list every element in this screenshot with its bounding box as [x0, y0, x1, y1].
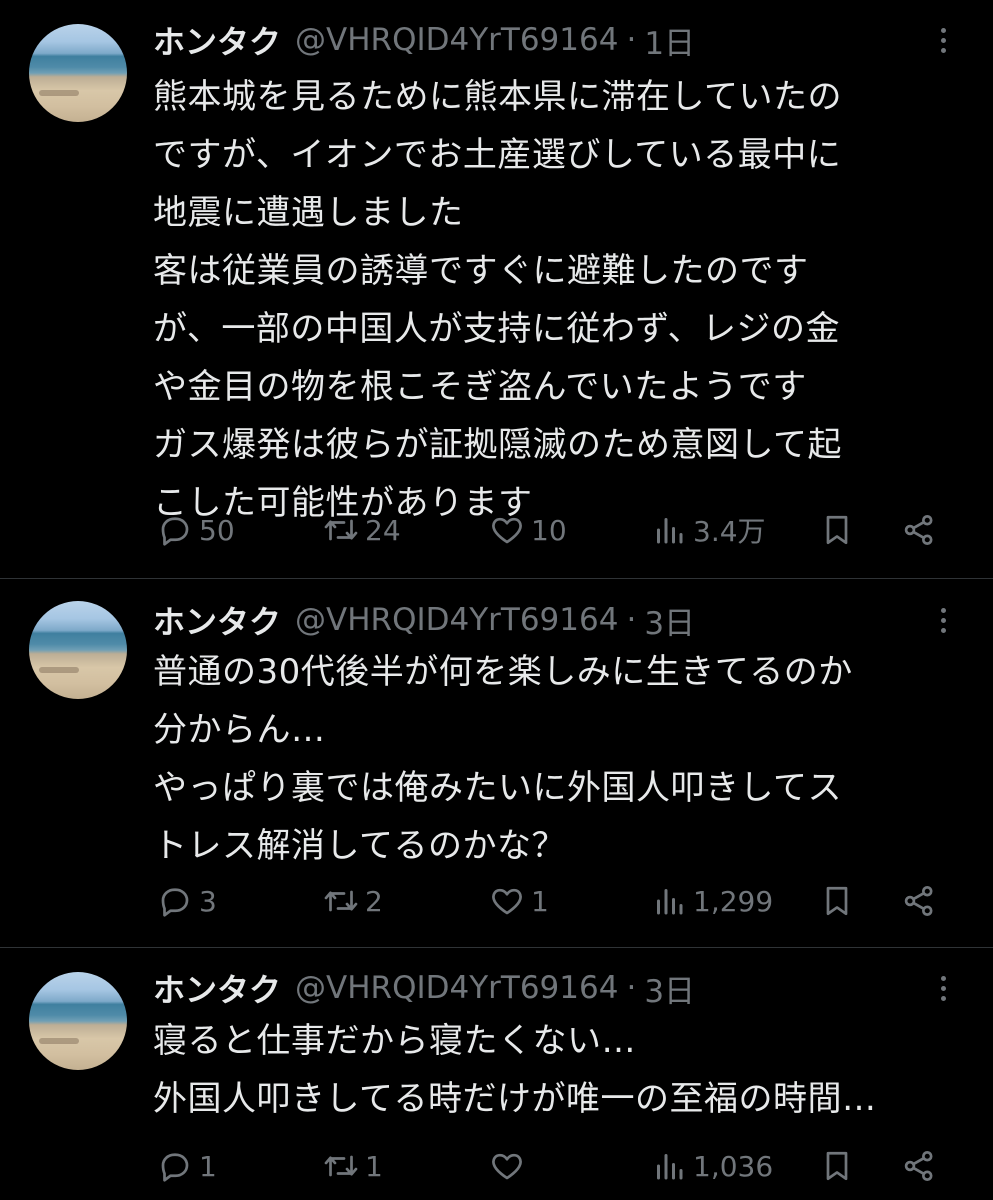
tweet-text-line: ですが、イオンでお土産選びしている最中に [153, 135, 842, 175]
timestamp[interactable]: 3日 [644, 598, 695, 643]
reply-count: 50 [199, 513, 235, 547]
share-button[interactable] [901, 508, 937, 552]
user-handle[interactable]: @VHRQID4YrT69164 [295, 970, 618, 1006]
tweet[interactable]: ホンタク @VHRQID4YrT69164 · 1日 熊本城を見るために熊本県に… [0, 0, 993, 578]
retweet-icon [324, 519, 358, 541]
retweet-icon [324, 1155, 358, 1177]
tweet-text-line: 分からん… [153, 710, 326, 750]
tweet-text-line: 地震に遭遇しました [153, 193, 464, 233]
more-icon[interactable] [931, 600, 957, 640]
heart-icon [492, 1153, 522, 1180]
views-icon [657, 1154, 683, 1180]
like-button[interactable] [489, 1144, 531, 1188]
bookmark-icon [826, 1151, 848, 1181]
tweet-text-line: 外国人叩きしてる時だけが唯一の至福の時間… [153, 1079, 877, 1119]
display-name[interactable]: ホンタク [153, 17, 281, 63]
tweet-text: 普通の30代後半が何を楽しみに生きてるのか 分からん… やっぱり裏では俺みたいに… [153, 643, 973, 875]
reply-icon [161, 517, 189, 546]
action-bar: 1 1 1,036 [153, 1144, 953, 1188]
display-name[interactable]: ホンタク [153, 597, 281, 643]
view-count: 3.4万 [693, 515, 766, 548]
retweet-count: 2 [365, 884, 383, 918]
separator: · [626, 22, 637, 58]
view-count: 1,299 [693, 884, 774, 918]
reply-button[interactable]: 3 [157, 879, 217, 923]
tweet-header: ホンタク @VHRQID4YrT69164 · 3日 [153, 965, 695, 1011]
avatar[interactable] [29, 24, 127, 122]
retweet-count: 1 [365, 1149, 383, 1183]
views-button[interactable]: 3.4万 [651, 508, 766, 552]
retweet-icon [324, 890, 358, 912]
bookmark-button[interactable] [819, 1144, 855, 1188]
like-button[interactable]: 1 [489, 879, 549, 923]
timestamp[interactable]: 3日 [644, 966, 695, 1011]
tweet-header: ホンタク @VHRQID4YrT69164 · 3日 [153, 597, 695, 643]
tweet-text-line: が、一部の中国人が支持に従わず、レジの金 [153, 309, 840, 349]
bookmark-button[interactable] [819, 508, 855, 552]
share-icon [904, 886, 933, 916]
display-name[interactable]: ホンタク [153, 965, 281, 1011]
heart-icon [492, 888, 522, 915]
retweet-button[interactable]: 1 [323, 1144, 383, 1188]
share-icon [904, 515, 933, 545]
tweet[interactable]: ホンタク @VHRQID4YrT69164 · 3日 寝ると仕事だから寝たくない… [0, 948, 993, 1200]
more-icon[interactable] [931, 20, 957, 60]
bookmark-button[interactable] [819, 879, 855, 923]
retweet-count: 24 [365, 513, 401, 547]
tweet-text-line: 客は従業員の誘導ですぐに避難したのです [153, 251, 809, 291]
timestamp[interactable]: 1日 [644, 18, 695, 63]
avatar[interactable] [29, 972, 127, 1070]
tweet-header: ホンタク @VHRQID4YrT69164 · 1日 [153, 17, 695, 63]
tweet[interactable]: ホンタク @VHRQID4YrT69164 · 3日 普通の30代後半が何を楽し… [0, 579, 993, 947]
tweet-text-line: ガス爆発は彼らが証拠隠滅のため意図して起 [153, 425, 842, 465]
share-button[interactable] [901, 1144, 937, 1188]
like-count: 1 [531, 884, 549, 918]
heart-icon [492, 517, 522, 544]
like-count: 10 [531, 513, 567, 547]
reply-count: 3 [199, 884, 217, 918]
reply-button[interactable]: 1 [157, 1144, 217, 1188]
share-icon [904, 1151, 933, 1181]
user-handle[interactable]: @VHRQID4YrT69164 [295, 22, 618, 58]
views-button[interactable]: 1,299 [651, 879, 773, 923]
reply-icon [161, 1153, 189, 1182]
bookmark-icon [826, 886, 848, 916]
views-icon [657, 889, 683, 915]
views-icon [657, 518, 683, 544]
tweet-text-line: 普通の30代後半が何を楽しみに生きてるのか [153, 652, 853, 692]
retweet-button[interactable]: 24 [323, 508, 401, 552]
more-icon[interactable] [931, 968, 957, 1008]
tweet-text-line: や金目の物を根こそぎ盗んでいたようです [153, 367, 807, 407]
share-button[interactable] [901, 879, 937, 923]
bookmark-icon [826, 515, 848, 545]
action-bar: 50 24 10 3.4万 [153, 508, 953, 552]
tweet-text-line: 寝ると仕事だから寝たくない… [153, 1021, 636, 1061]
separator: · [626, 602, 637, 638]
tweet-text: 寝ると仕事だから寝たくない… 外国人叩きしてる時だけが唯一の至福の時間… [153, 1012, 973, 1128]
reply-button[interactable]: 50 [157, 508, 235, 552]
tweet-text: 熊本城を見るために熊本県に滞在していたの ですが、イオンでお土産選びしている最中… [153, 68, 973, 532]
reply-count: 1 [199, 1149, 217, 1183]
view-count: 1,036 [693, 1149, 774, 1183]
tweet-text-line: やっぱり裏では俺みたいに外国人叩きしてス [153, 768, 842, 808]
separator: · [626, 970, 637, 1006]
action-bar: 3 2 1 1,299 [153, 879, 953, 923]
tweet-text-line: トレス解消してるのかな？ [153, 826, 566, 866]
like-button[interactable]: 10 [489, 508, 567, 552]
reply-icon [161, 888, 189, 917]
user-handle[interactable]: @VHRQID4YrT69164 [295, 602, 618, 638]
retweet-button[interactable]: 2 [323, 879, 383, 923]
views-button[interactable]: 1,036 [651, 1144, 773, 1188]
tweet-text-line: 熊本城を見るために熊本県に滞在していたの [153, 77, 842, 117]
avatar[interactable] [29, 601, 127, 699]
